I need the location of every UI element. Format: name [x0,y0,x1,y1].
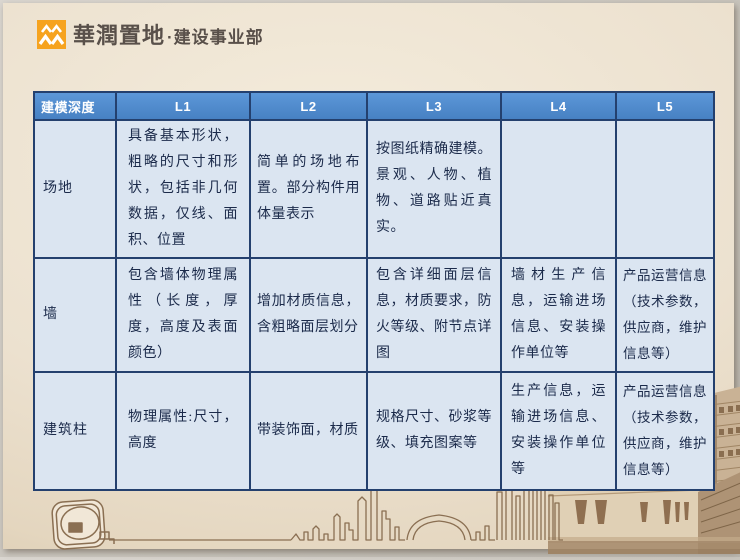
division-name: ·建设事业部 [167,28,264,47]
slide: 華潤置地 ·建设事业部 建模深度 L1 L2 L3 L4 L5 场地 具备基本形… [3,3,740,554]
column-header-depth: 建模深度 [33,91,117,121]
table-cell: 物理属性:尺寸，高度 [115,371,251,491]
brand-header: 華潤置地 ·建设事业部 [37,18,264,50]
table-cell: 产品运营信息（技术参数，供应商，维护信息等） [615,371,715,491]
table-cell: 按图纸精确建模。景观、人物、植物、道路贴近真实。 [366,119,502,259]
modeling-depth-table: 建模深度 L1 L2 L3 L4 L5 场地 具备基本形状，粗略的尺寸和形状，包… [33,91,715,491]
row-header-wall: 墙 [33,257,117,373]
table-cell [615,119,715,259]
table-cell: 包含墙体物理属性（长度，厚度，高度及表面颜色） [115,257,251,373]
brand-name: 華潤置地 [73,23,166,48]
row-header-column: 建筑柱 [33,371,117,491]
table-cell: 具备基本形状，粗略的尺寸和形状，包括非几何数据，仅线、面积、位置 [115,119,251,259]
column-header-l3: L3 [366,91,502,121]
table-cell: 增加材质信息，含粗略面层划分 [249,257,368,373]
column-header-l5: L5 [615,91,715,121]
table-row: 建筑柱 物理属性:尺寸，高度 带装饰面，材质 规格尺寸、砂浆等级、填充图案等 生… [33,371,715,491]
table-header-row: 建模深度 L1 L2 L3 L4 L5 [33,91,715,121]
column-header-l2: L2 [249,91,368,121]
table-row: 墙 包含墙体物理属性（长度，厚度，高度及表面颜色） 增加材质信息，含粗略面层划分… [33,257,715,373]
column-header-l4: L4 [500,91,617,121]
brand-title: 華潤置地 ·建设事业部 [73,18,264,50]
table-cell: 规格尺寸、砂浆等级、填充图案等 [366,371,502,491]
table-cell: 包含详细面层信息，材质要求，防火等级、附节点详图 [366,257,502,373]
row-header-site: 场地 [33,119,117,259]
table-cell: 生产信息，运输进场信息、安装操作单位等 [500,371,617,491]
table-cell: 墙材生产信息，运输进场信息、安装操作单位等 [500,257,617,373]
table-cell: 简单的场地布置。部分构件用体量表示 [249,119,368,259]
tape-measure-icon [51,499,115,550]
table-row: 场地 具备基本形状，粗略的尺寸和形状，包括非几何数据，仅线、面积、位置 简单的场… [33,119,715,259]
column-header-l1: L1 [115,91,251,121]
table-cell: 带装饰面，材质 [249,371,368,491]
table-cell: 产品运营信息（技术参数，供应商，维护信息等） [615,257,715,373]
table-cell [500,119,617,259]
cr-mountains-icon [37,19,66,49]
